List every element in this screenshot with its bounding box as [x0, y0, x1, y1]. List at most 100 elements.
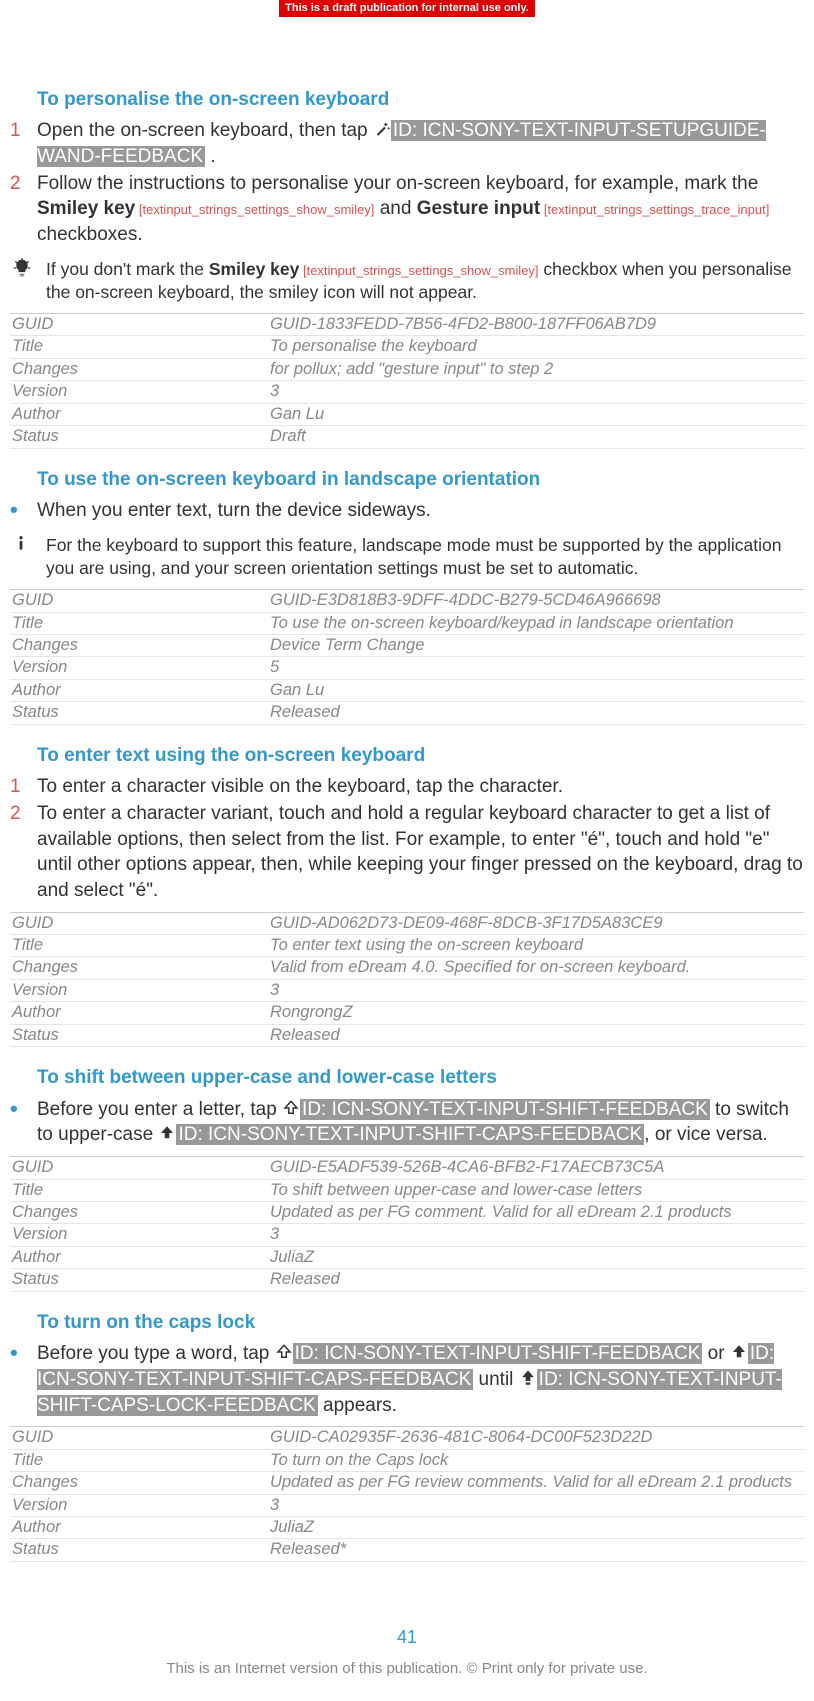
bullet-text: When you enter text, turn the device sid…	[37, 498, 804, 524]
meta-row: ChangesDevice Term Change	[10, 635, 804, 657]
ref-tag: [textinput_strings_settings_show_smiley]	[299, 263, 538, 278]
bold-text: Gesture input	[417, 198, 541, 219]
meta-value: JuliaZ	[270, 1517, 804, 1538]
section-caps-lock: To turn on the caps lock • Before you ty…	[10, 1310, 804, 1562]
meta-label: Changes	[10, 957, 270, 978]
meta-row: StatusReleased	[10, 702, 804, 724]
meta-row: StatusReleased	[10, 1025, 804, 1047]
meta-row: AuthorJuliaZ	[10, 1517, 804, 1539]
shift-filled-icon	[158, 1124, 176, 1142]
text: Open the on-screen keyboard, then tap	[37, 120, 373, 141]
meta-value: Gan Lu	[270, 404, 804, 425]
meta-row: Version3	[10, 1224, 804, 1246]
meta-label: Status	[10, 426, 270, 447]
meta-row: GUIDGUID-E3D818B3-9DFF-4DDC-B279-5CD46A9…	[10, 590, 804, 612]
meta-label: Status	[10, 1269, 270, 1290]
meta-label: Status	[10, 702, 270, 723]
meta-value: To shift between upper-case and lower-ca…	[270, 1180, 804, 1201]
meta-row: AuthorJuliaZ	[10, 1247, 804, 1269]
text: Follow the instructions to personalise y…	[37, 173, 758, 194]
meta-row: Version3	[10, 980, 804, 1002]
meta-row: GUIDGUID-1833FEDD-7B56-4FD2-B800-187FF06…	[10, 314, 804, 336]
meta-value: To use the on-screen keyboard/keypad in …	[270, 613, 804, 634]
meta-value: 5	[270, 657, 804, 678]
shift-filled-icon	[730, 1343, 748, 1361]
meta-value: Released	[270, 1025, 804, 1046]
meta-value: Draft	[270, 426, 804, 447]
meta-label: Author	[10, 1517, 270, 1538]
bold-text: Smiley key	[37, 198, 135, 219]
meta-label: GUID	[10, 590, 270, 611]
text: , or vice versa.	[644, 1124, 768, 1145]
meta-value: Released	[270, 1269, 804, 1290]
meta-value: JuliaZ	[270, 1247, 804, 1268]
meta-value: for pollux; add "gesture input" to step …	[270, 359, 804, 380]
page-container: This is a draft publication for internal…	[0, 0, 814, 1701]
bullet-dot-icon: •	[10, 1097, 37, 1148]
meta-row: AuthorRongrongZ	[10, 1002, 804, 1024]
bullet-text: Before you enter a letter, tap ID: ICN-S…	[37, 1097, 804, 1148]
meta-value: GUID-1833FEDD-7B56-4FD2-B800-187FF06AB7D…	[270, 314, 804, 335]
meta-label: Author	[10, 680, 270, 701]
section-personalise: To personalise the on-screen keyboard 1 …	[10, 87, 804, 449]
bullet-text: Before you type a word, tap ID: ICN-SONY…	[37, 1341, 804, 1418]
meta-label: Author	[10, 1247, 270, 1268]
text: Before you enter a letter, tap	[37, 1099, 282, 1120]
bullet-item: • When you enter text, turn the device s…	[10, 498, 804, 524]
draft-banner: This is a draft publication for internal…	[279, 0, 535, 17]
meta-value: To personalise the keyboard	[270, 336, 804, 357]
meta-row: StatusReleased*	[10, 1539, 804, 1561]
meta-value: 3	[270, 381, 804, 402]
meta-label: Title	[10, 1180, 270, 1201]
meta-row: AuthorGan Lu	[10, 404, 804, 426]
section-enter-text: To enter text using the on-screen keyboa…	[10, 743, 804, 1047]
meta-table: GUIDGUID-1833FEDD-7B56-4FD2-B800-187FF06…	[10, 313, 804, 449]
meta-row: TitleTo personalise the keyboard	[10, 336, 804, 358]
meta-label: Title	[10, 613, 270, 634]
text: and	[374, 198, 416, 219]
meta-value: RongrongZ	[270, 1002, 804, 1023]
meta-value: 3	[270, 1495, 804, 1516]
wand-icon	[373, 120, 391, 138]
bullet-item: • Before you enter a letter, tap ID: ICN…	[10, 1097, 804, 1148]
lightbulb-icon	[10, 258, 46, 305]
bullet-dot-icon: •	[10, 1341, 37, 1418]
meta-table: GUIDGUID-E3D818B3-9DFF-4DDC-B279-5CD46A9…	[10, 589, 804, 725]
meta-row: Changesfor pollux; add "gesture input" t…	[10, 359, 804, 381]
step-number: 2	[10, 171, 37, 248]
shift-outline-icon	[275, 1343, 293, 1361]
meta-label: Changes	[10, 359, 270, 380]
meta-value: 3	[270, 980, 804, 1001]
meta-row: TitleTo enter text using the on-screen k…	[10, 935, 804, 957]
meta-value: To enter text using the on-screen keyboa…	[270, 935, 804, 956]
text: .	[205, 146, 216, 167]
section-title: To use the on-screen keyboard in landsca…	[37, 467, 804, 493]
shift-outline-icon	[282, 1099, 300, 1117]
bullet-item: • Before you type a word, tap ID: ICN-SO…	[10, 1341, 804, 1418]
meta-label: Version	[10, 980, 270, 1001]
meta-row: ChangesUpdated as per FG comment. Valid …	[10, 1202, 804, 1224]
meta-label: Changes	[10, 1202, 270, 1223]
step-body: Follow the instructions to personalise y…	[37, 171, 804, 248]
meta-row: ChangesValid from eDream 4.0. Specified …	[10, 957, 804, 979]
section-landscape: To use the on-screen keyboard in landsca…	[10, 467, 804, 725]
meta-value: GUID-E5ADF539-526B-4CA6-BFB2-F17AECB73C5…	[270, 1157, 804, 1178]
section-shift-case: To shift between upper-case and lower-ca…	[10, 1065, 804, 1292]
meta-row: TitleTo shift between upper-case and low…	[10, 1180, 804, 1202]
section-title: To enter text using the on-screen keyboa…	[37, 743, 804, 769]
tip-note: If you don't mark the Smiley key [textin…	[10, 258, 804, 305]
meta-row: StatusDraft	[10, 426, 804, 448]
meta-label: Title	[10, 1450, 270, 1471]
placeholder-id: ID: ICN-SONY-TEXT-INPUT-SHIFT-FEEDBACK	[293, 1343, 703, 1364]
meta-label: Status	[10, 1539, 270, 1560]
bullet-dot-icon: •	[10, 498, 37, 524]
meta-value: Device Term Change	[270, 635, 804, 656]
meta-row: TitleTo use the on-screen keyboard/keypa…	[10, 613, 804, 635]
section-title: To shift between upper-case and lower-ca…	[37, 1065, 804, 1091]
step-2: 2 To enter a character variant, touch an…	[10, 801, 804, 904]
meta-label: Version	[10, 1495, 270, 1516]
step-body: Open the on-screen keyboard, then tap ID…	[37, 118, 804, 169]
ref-tag: [textinput_strings_settings_trace_input]	[540, 202, 769, 217]
meta-value: Gan Lu	[270, 680, 804, 701]
step-1: 1 To enter a character visible on the ke…	[10, 774, 804, 800]
